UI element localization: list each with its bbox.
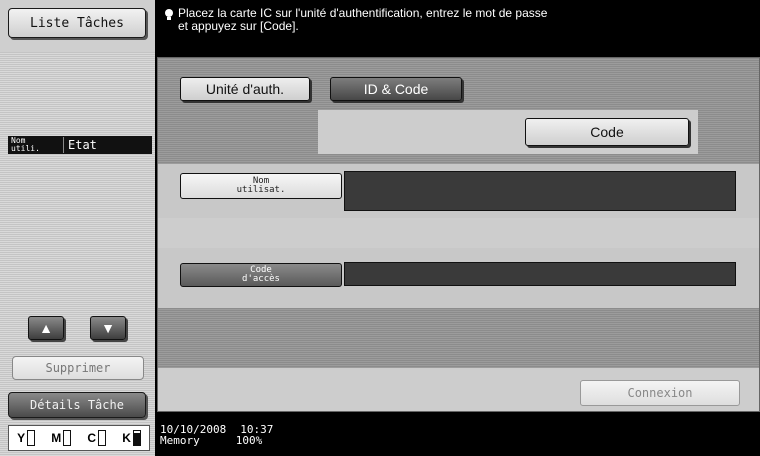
lightbulb-icon [165, 9, 173, 20]
toner-bar [98, 430, 107, 446]
delete-button[interactable]: Supprimer [12, 356, 144, 380]
job-list-header: Nom utili. Etat [8, 136, 152, 154]
job-details-button[interactable]: Détails Tâche [8, 392, 146, 418]
arrow-down-icon: ▼ [101, 320, 115, 336]
toner-bar [132, 430, 141, 446]
username-field[interactable] [344, 171, 736, 211]
toner-bar [27, 430, 36, 446]
login-panel: Unité d'auth. ID & Code Code Nom utilisa… [157, 57, 760, 412]
status-column-header: Etat [68, 138, 97, 152]
toner-label: M [51, 431, 62, 445]
panel-bottom-band [158, 308, 759, 368]
status-bar: 10/10/2008 10:37 Memory 100% [160, 424, 273, 446]
username-label-button[interactable]: Nom utilisat. [180, 173, 342, 199]
scroll-down-button[interactable]: ▼ [90, 316, 126, 340]
toner-label: Y [17, 431, 26, 445]
toner-bar [63, 430, 72, 446]
memory-value: 100% [235, 434, 263, 447]
toner-c: C [87, 430, 107, 446]
left-sidebar: Liste Tâches Nom utili. Etat ▲ ▼ Supprim… [0, 0, 155, 456]
job-list-button[interactable]: Liste Tâches [8, 8, 146, 38]
tab-id-code[interactable]: ID & Code [330, 77, 462, 101]
copier-panel-screen: Liste Tâches Nom utili. Etat ▲ ▼ Supprim… [0, 0, 760, 456]
password-label-button[interactable]: Code d'accès [180, 263, 342, 287]
scroll-up-button[interactable]: ▲ [28, 316, 64, 340]
toner-y: Y [17, 430, 36, 446]
username-column-header: Nom utili. [8, 137, 64, 153]
toner-label: K [122, 431, 131, 445]
panel-gap [158, 218, 759, 248]
instruction-message: Placez la carte IC sur l'unité d'authent… [178, 6, 548, 33]
tab-auth-unit[interactable]: Unité d'auth. [180, 77, 310, 101]
memory-label: Memory [160, 434, 200, 447]
code-button[interactable]: Code [525, 118, 689, 146]
toner-k: K [122, 430, 141, 446]
password-field[interactable] [344, 262, 736, 286]
toner-label: C [87, 431, 97, 445]
login-button[interactable]: Connexion [580, 380, 740, 406]
toner-m: M [51, 430, 72, 446]
message-area: Placez la carte IC sur l'unité d'authent… [160, 0, 760, 52]
arrow-up-icon: ▲ [39, 320, 53, 336]
toner-levels: Y M C K [8, 425, 150, 451]
